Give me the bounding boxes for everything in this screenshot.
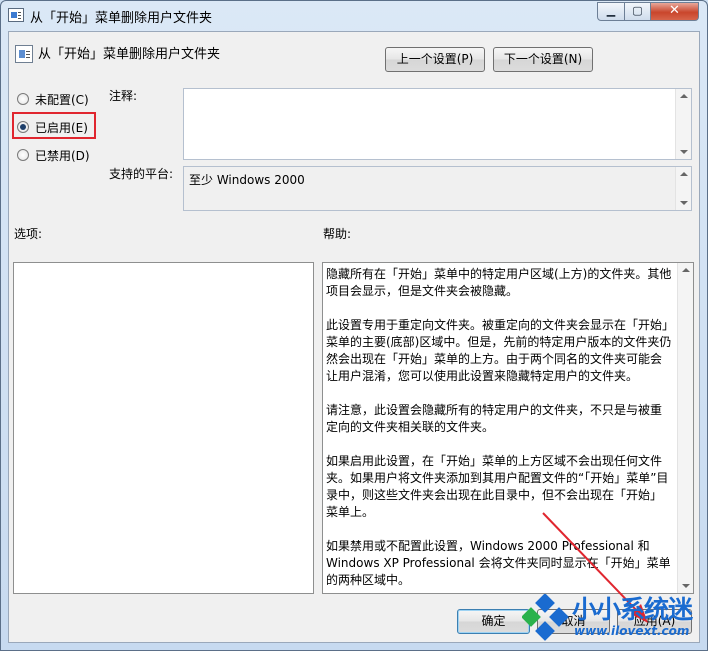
watermark-brand: 小小系统迷 (572, 595, 693, 624)
radio-circle[interactable] (17, 93, 29, 105)
help-paragraph: 隐藏所有在「开始」菜单中的特定用户区域(上方)的文件夹。其他项目会显示，但是文件… (326, 267, 672, 298)
platform-value: 至少 Windows 2000 (189, 173, 305, 187)
platform-scrollbar[interactable] (675, 167, 691, 210)
radio-disabled[interactable]: 已禁用(D) (17, 146, 90, 164)
help-panel: 隐藏所有在「开始」菜单中的特定用户区域(上方)的文件夹。其他项目会显示，但是文件… (322, 262, 694, 594)
policy-dialog-window: 从「开始」菜单删除用户文件夹 ▁ ▢ ✕ 从「开始」菜单删除用户文件夹 上一个设… (0, 0, 708, 651)
scroll-down-icon[interactable] (682, 584, 690, 588)
watermark: 小小系统迷 www.ilovext.com (520, 590, 708, 650)
help-paragraph: 请注意，此设置会隐藏所有的特定用户的文件夹，不只是与被重定向的文件夹相关联的文件… (326, 403, 663, 434)
help-paragraph: 如果启用此设置，在「开始」菜单的上方区域不会出现任何文件夹。如果用户将文件夹添加… (326, 454, 669, 519)
comment-label: 注释: (109, 89, 138, 103)
help-label: 帮助: (323, 227, 352, 241)
help-paragraph: 如果禁用或不配置此设置，Windows 2000 Professional 和 … (326, 539, 671, 587)
scroll-up-icon[interactable] (680, 94, 688, 98)
comment-textarea[interactable] (183, 88, 692, 160)
policy-app-icon (8, 8, 24, 22)
options-label: 选项: (14, 227, 43, 241)
title-bar[interactable]: 从「开始」菜单删除用户文件夹 ▁ ▢ ✕ (1, 1, 707, 31)
close-button[interactable]: ✕ (650, 2, 699, 21)
maximize-button[interactable]: ▢ (624, 2, 651, 21)
radio-not-configured[interactable]: 未配置(C) (17, 90, 89, 108)
help-scrollbar[interactable] (677, 263, 693, 593)
platform-field: 至少 Windows 2000 (183, 166, 692, 211)
policy-setting-icon (15, 45, 33, 63)
scroll-down-icon[interactable] (680, 201, 688, 205)
help-paragraph: 此设置专用于重定向文件夹。被重定向的文件夹会显示在「开始」菜单的主要(底部)区域… (326, 318, 672, 383)
radio-circle[interactable] (17, 149, 29, 161)
enabled-highlight-box (12, 112, 96, 139)
platform-label: 支持的平台: (109, 167, 174, 181)
help-text: 隐藏所有在「开始」菜单中的特定用户区域(上方)的文件夹。其他项目会显示，但是文件… (326, 266, 673, 590)
next-setting-button[interactable]: 下一个设置(N) (493, 47, 593, 72)
comment-scrollbar[interactable] (675, 89, 691, 159)
scroll-down-icon[interactable] (680, 150, 688, 154)
minimize-button[interactable]: ▁ (597, 2, 625, 21)
dialog-content: 从「开始」菜单删除用户文件夹 上一个设置(P) 下一个设置(N) 未配置(C) … (8, 31, 700, 643)
radio-label: 已禁用(D) (35, 148, 90, 163)
watermark-url: www.ilovext.com (574, 624, 690, 638)
previous-setting-button[interactable]: 上一个设置(P) (385, 47, 485, 72)
policy-name: 从「开始」菜单删除用户文件夹 (38, 47, 221, 62)
scroll-up-icon[interactable] (682, 268, 690, 272)
radio-label: 未配置(C) (35, 92, 89, 107)
window-title: 从「开始」菜单删除用户文件夹 (30, 11, 213, 26)
scroll-up-icon[interactable] (680, 172, 688, 176)
options-panel (13, 262, 314, 594)
watermark-logo-icon (522, 594, 569, 641)
